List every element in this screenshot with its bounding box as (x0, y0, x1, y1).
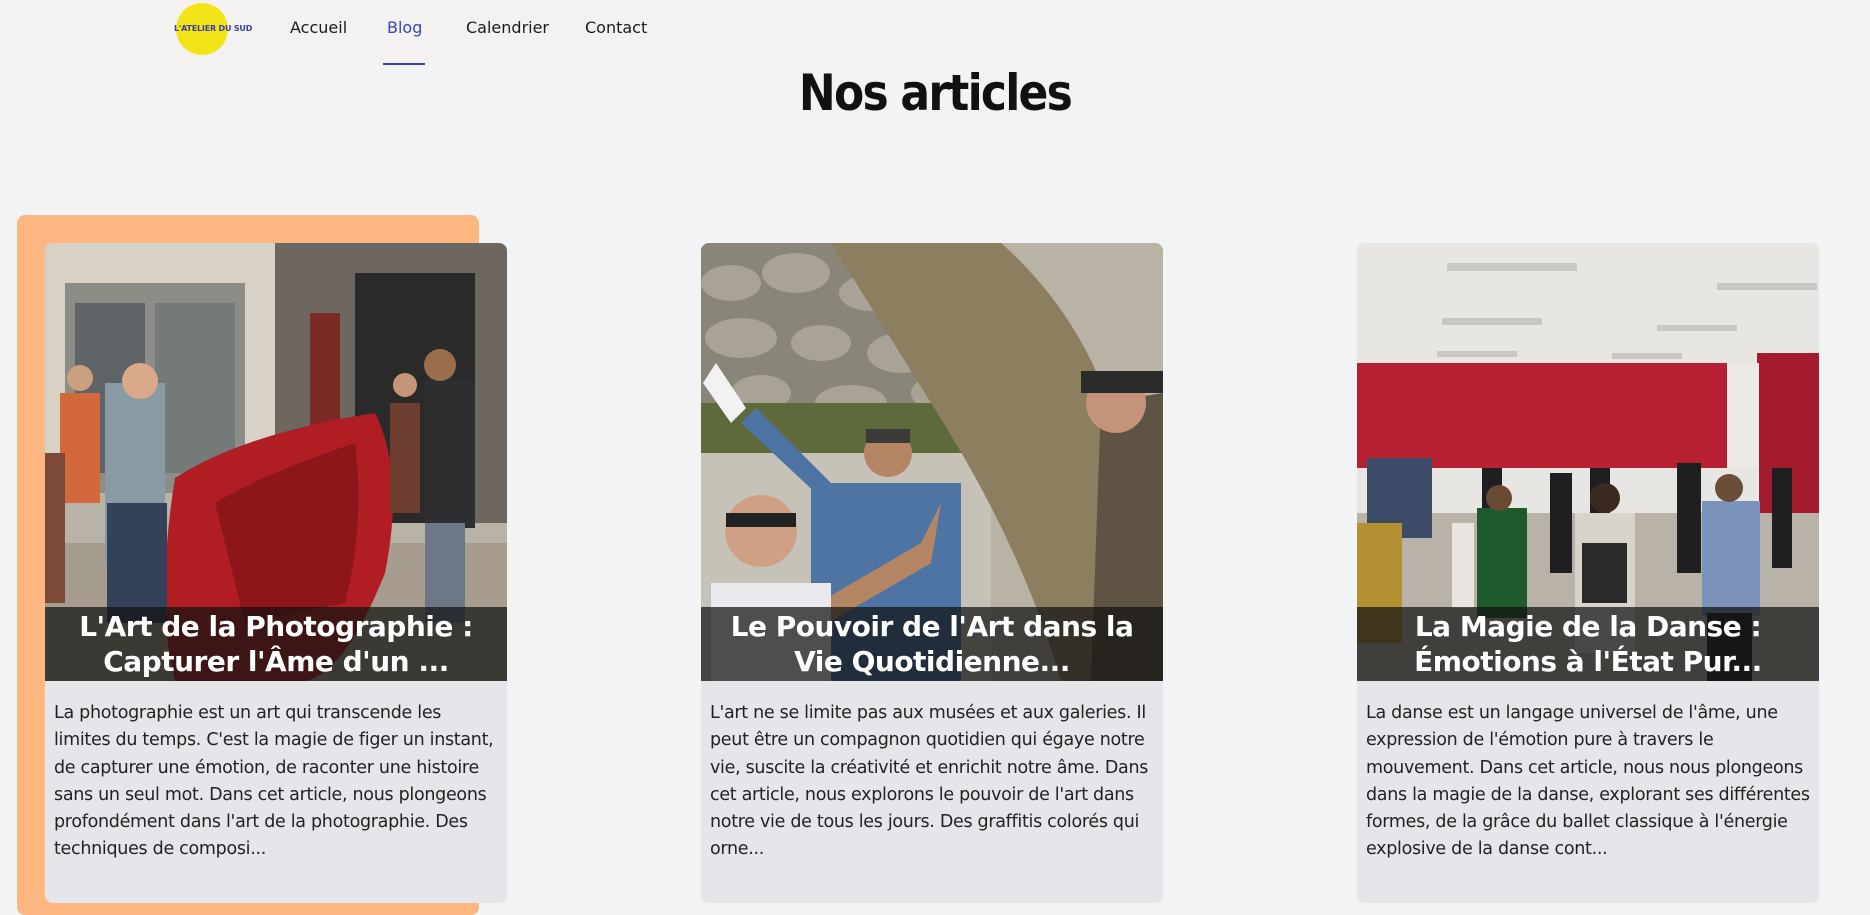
top-navbar: L'ATELIER DU SUD Accueil Blog Calendrier… (0, 0, 1870, 65)
article-card[interactable]: La Magie de la Danse : Émotions à l'État… (1357, 243, 1819, 903)
article-card[interactable]: L'Art de la Photographie : Capturer l'Âm… (45, 243, 507, 903)
page-title: Nos articles (798, 64, 1073, 122)
nav-link-calendrier[interactable]: Calendrier (466, 18, 549, 37)
site-logo[interactable]: L'ATELIER DU SUD (174, 3, 252, 55)
article-excerpt: La danse est un langage universel de l'â… (1366, 703, 1810, 860)
article-title[interactable]: La Magie de la Danse : Émotions à l'État… (1365, 609, 1811, 681)
logo-text: L'ATELIER DU SUD (174, 24, 253, 33)
article-title[interactable]: Le Pouvoir de l'Art dans la Vie Quotidie… (709, 609, 1155, 681)
nav-link-accueil[interactable]: Accueil (290, 18, 347, 37)
nav-link-contact[interactable]: Contact (585, 18, 647, 37)
nav-link-blog[interactable]: Blog (387, 18, 422, 37)
article-card[interactable]: Le Pouvoir de l'Art dans la Vie Quotidie… (701, 243, 1163, 903)
article-excerpt: L'art ne se limite pas aux musées et aux… (710, 703, 1149, 860)
article-title[interactable]: L'Art de la Photographie : Capturer l'Âm… (53, 609, 499, 681)
article-excerpt: La photographie est un art qui transcend… (54, 703, 494, 860)
